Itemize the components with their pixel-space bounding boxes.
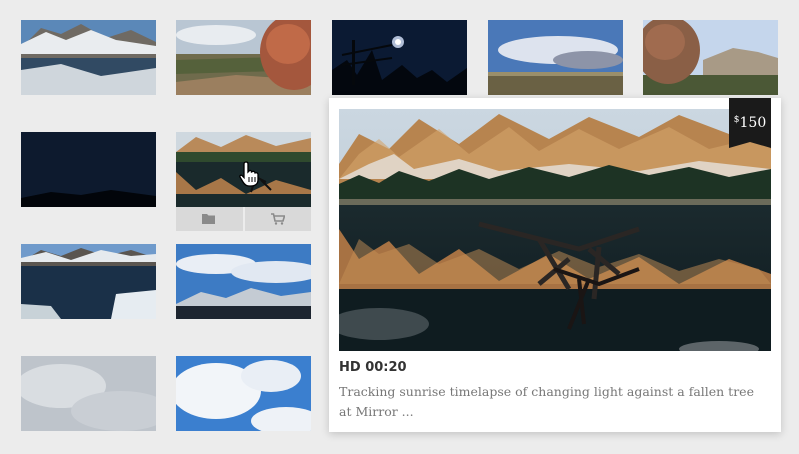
- thumbnail-cloudy-plains[interactable]: [488, 20, 623, 95]
- add-to-cart-button[interactable]: [244, 207, 311, 231]
- thumbnail-snowy-peaks[interactable]: [176, 244, 311, 319]
- folder-icon: [202, 214, 216, 224]
- thumbnail-boulder-valley[interactable]: [176, 20, 311, 95]
- thumbnail-overcast-clouds[interactable]: [21, 356, 156, 431]
- price-value: 150: [739, 115, 767, 131]
- cart-icon: [270, 213, 285, 225]
- thumbnail-blue-sky-clouds[interactable]: [176, 356, 311, 431]
- thumbnail-night-fence[interactable]: [332, 20, 467, 95]
- thumbnail-night-sky[interactable]: [21, 132, 156, 207]
- thumbnail-frozen-lake[interactable]: [21, 244, 156, 319]
- preview-image[interactable]: [339, 109, 771, 351]
- thumbnail-mirror-lake[interactable]: [176, 132, 311, 207]
- preview-card[interactable]: $150 HD 00:20 Tracking sunrise timelapse…: [329, 98, 781, 432]
- price-tag: $150: [729, 98, 771, 148]
- clip-meta: HD 00:20: [339, 360, 407, 375]
- thumbnail-action-bar: [176, 207, 311, 231]
- thumbnail-boulder-ridge[interactable]: [643, 20, 778, 95]
- thumbnail-snowy-lake[interactable]: [21, 20, 156, 95]
- stock-footage-grid: $150 HD 00:20 Tracking sunrise timelapse…: [0, 0, 799, 454]
- clip-description: Tracking sunrise timelapse of changing l…: [339, 384, 754, 419]
- add-to-folder-button[interactable]: [176, 207, 243, 231]
